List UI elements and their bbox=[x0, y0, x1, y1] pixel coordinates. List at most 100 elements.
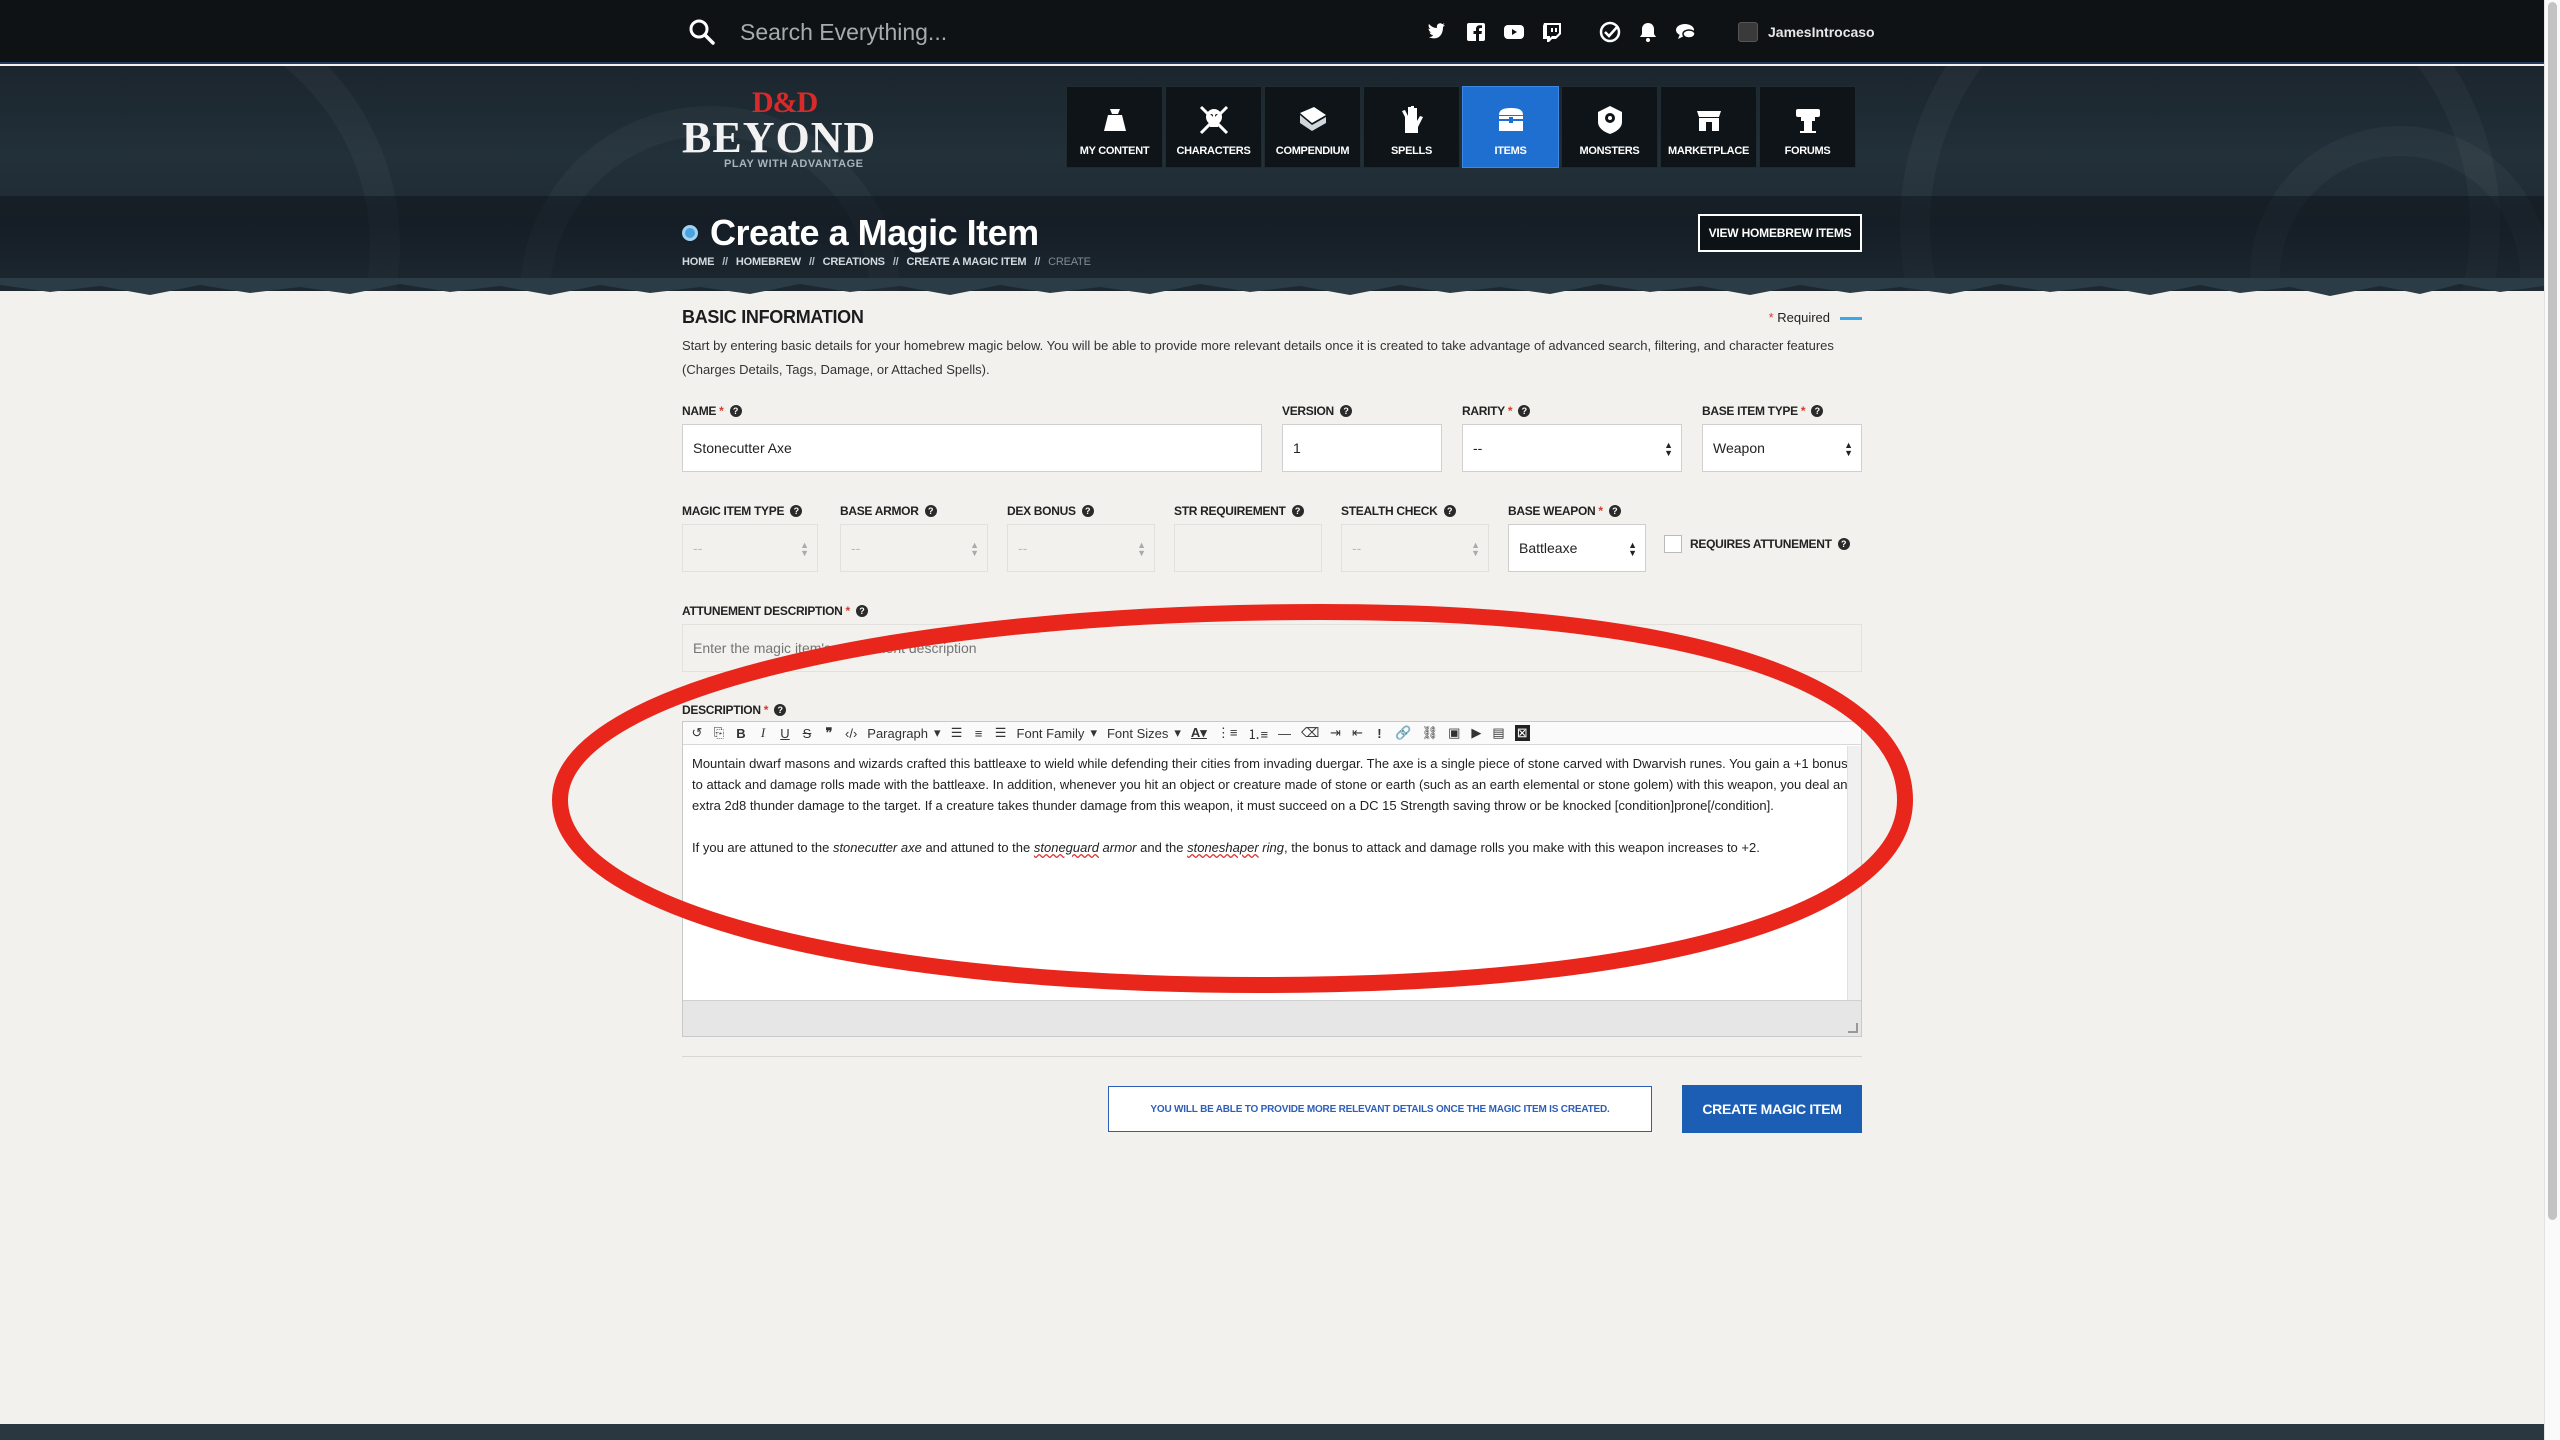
base-armor-select[interactable]: -- ▲ ▼ bbox=[840, 524, 988, 572]
text-color-icon[interactable]: A▾ bbox=[1191, 725, 1207, 741]
indent-icon[interactable]: ⇥ bbox=[1329, 725, 1341, 741]
name-field[interactable]: Stonecutter Axe bbox=[682, 424, 1262, 472]
help-icon: ? bbox=[1291, 505, 1304, 517]
base-item-type-select[interactable]: Weapon ▲ ▼ bbox=[1702, 424, 1862, 472]
underline-icon[interactable]: U bbox=[779, 726, 791, 741]
footer bbox=[0, 1424, 2544, 1440]
youtube-icon[interactable] bbox=[1502, 20, 1526, 44]
required-indicator bbox=[1840, 317, 1862, 320]
unlink-icon[interactable]: ⛓ bbox=[1422, 725, 1439, 741]
blockquote-icon[interactable]: ❞ bbox=[823, 725, 835, 741]
rarity-label: RARITY *? bbox=[1462, 404, 1531, 418]
help-icon: ? bbox=[924, 505, 937, 517]
stealth-check-select[interactable]: -- ▲ ▼ bbox=[1341, 524, 1489, 572]
book-icon bbox=[1299, 107, 1326, 131]
nav-item-my-content[interactable]: MY CONTENT bbox=[1066, 86, 1163, 168]
page-scrollbar[interactable] bbox=[2544, 0, 2560, 1440]
bold-icon[interactable]: B bbox=[735, 726, 747, 741]
base-armor-label: BASE ARMOR? bbox=[840, 504, 937, 518]
chevron-down-icon: ▾ bbox=[1090, 725, 1097, 740]
help-icon: ? bbox=[855, 605, 868, 617]
nav-item-monsters[interactable]: MONSTERS bbox=[1561, 86, 1658, 168]
search-icon[interactable] bbox=[688, 18, 716, 46]
nav-item-items[interactable]: ITEMS bbox=[1462, 86, 1559, 168]
magic-item-type-label: MAGIC ITEM TYPE? bbox=[682, 504, 803, 518]
magic-item-type-select[interactable]: -- ▲ ▼ bbox=[682, 524, 818, 572]
paste-icon[interactable]: ⎘ bbox=[713, 725, 725, 741]
d20-check-icon[interactable] bbox=[1598, 20, 1622, 44]
nav-item-characters[interactable]: CHARACTERS bbox=[1165, 86, 1262, 168]
editor-scrollbar[interactable] bbox=[1847, 746, 1861, 1000]
chest-icon bbox=[1498, 108, 1523, 131]
font-sizes-select[interactable]: Font Sizes ▾ bbox=[1107, 725, 1181, 741]
nav-item-forums[interactable]: FORUMS bbox=[1759, 86, 1856, 168]
bell-icon[interactable] bbox=[1636, 20, 1660, 44]
rarity-select[interactable]: -- ▲ ▼ bbox=[1462, 424, 1682, 472]
clear-format-icon[interactable]: ⌫ bbox=[1301, 725, 1319, 741]
help-icon: ? bbox=[774, 704, 787, 716]
editor-statusbar bbox=[683, 1000, 1861, 1036]
nav-item-spells[interactable]: SPELLS bbox=[1363, 86, 1460, 168]
resize-handle-icon[interactable] bbox=[1848, 1023, 1858, 1033]
requires-attunement-checkbox[interactable] bbox=[1664, 535, 1682, 553]
page-title: Create a Magic Item bbox=[710, 212, 1039, 253]
str-requirement-field[interactable] bbox=[1174, 524, 1322, 572]
view-homebrew-items-button[interactable]: VIEW HOMEBREW ITEMS bbox=[1698, 214, 1862, 252]
paragraph-select[interactable]: Paragraph ▾ bbox=[867, 725, 940, 741]
align-right-icon[interactable]: ☰ bbox=[995, 725, 1007, 741]
skull-crossbones-icon bbox=[1199, 105, 1228, 135]
numbered-list-icon[interactable]: ⒈≡ bbox=[1247, 724, 1268, 743]
help-icon: ? bbox=[1518, 405, 1531, 417]
chat-icon[interactable] bbox=[1674, 20, 1698, 44]
top-bar: JamesIntrocaso bbox=[0, 0, 2544, 64]
breadcrumb-creations[interactable]: CREATIONS bbox=[823, 256, 885, 268]
help-icon: ? bbox=[790, 505, 803, 517]
outdent-icon[interactable]: ⇤ bbox=[1351, 725, 1363, 741]
italic-icon[interactable]: I bbox=[757, 725, 769, 741]
breadcrumb-create-magic-item[interactable]: CREATE A MAGIC ITEM bbox=[907, 256, 1027, 268]
version-field[interactable]: 1 bbox=[1282, 424, 1442, 472]
nav-item-compendium[interactable]: COMPENDIUM bbox=[1264, 86, 1361, 168]
link-icon[interactable]: 🔗 bbox=[1395, 725, 1411, 741]
str-requirement-label: STR REQUIREMENT? bbox=[1174, 504, 1304, 518]
source-code-icon[interactable]: ⊠ bbox=[1514, 725, 1530, 741]
dnd-beyond-logo[interactable]: D&D BEYOND PLAY WITH ADVANTAGE bbox=[682, 86, 892, 170]
align-center-icon[interactable]: ≡ bbox=[973, 726, 985, 741]
chevron-down-icon: ▾ bbox=[1174, 725, 1181, 740]
user-menu[interactable]: JamesIntrocaso bbox=[1738, 18, 1875, 46]
nav-item-marketplace[interactable]: MARKETPLACE bbox=[1660, 86, 1757, 168]
video-icon[interactable]: ▶ bbox=[1470, 725, 1482, 741]
bullet-list-icon[interactable]: ⋮≡ bbox=[1217, 725, 1238, 741]
document-icon[interactable]: ▤ bbox=[1492, 725, 1504, 741]
breadcrumb-homebrew[interactable]: HOMEBREW bbox=[736, 256, 801, 268]
editor-toolbar: ↺ ⎘ B I U S ❞ ‹/› Paragraph ▾ ☰ ≡ ☰ Font … bbox=[683, 722, 1861, 745]
alert-icon[interactable]: ! bbox=[1373, 726, 1385, 741]
create-magic-item-button[interactable]: CREATE MAGIC ITEM bbox=[1682, 1085, 1862, 1133]
font-family-select[interactable]: Font Family ▾ bbox=[1017, 725, 1097, 741]
help-icon: ? bbox=[1837, 538, 1850, 550]
select-arrows-icon: ▲ ▼ bbox=[1664, 440, 1673, 458]
horizontal-rule-icon[interactable]: — bbox=[1278, 726, 1291, 741]
base-weapon-select[interactable]: Battleaxe ▲ ▼ bbox=[1508, 524, 1646, 572]
strikethrough-icon[interactable]: S bbox=[801, 726, 813, 741]
help-icon: ? bbox=[1608, 505, 1621, 517]
image-icon[interactable]: ▣ bbox=[1448, 725, 1460, 741]
undo-icon[interactable]: ↺ bbox=[691, 725, 703, 741]
breadcrumb-home[interactable]: HOME bbox=[682, 256, 714, 268]
facebook-icon[interactable] bbox=[1464, 20, 1488, 44]
twitch-icon[interactable] bbox=[1540, 20, 1564, 44]
dex-bonus-select[interactable]: -- ▲ ▼ bbox=[1007, 524, 1155, 572]
attunement-description-label: ATTUNEMENT DESCRIPTION *? bbox=[682, 604, 868, 618]
twitter-icon[interactable] bbox=[1426, 20, 1450, 44]
search-input[interactable] bbox=[740, 14, 1300, 50]
avatar bbox=[1738, 22, 1758, 42]
help-icon: ? bbox=[1339, 405, 1352, 417]
description-editor[interactable]: ↺ ⎘ B I U S ❞ ‹/› Paragraph ▾ ☰ ≡ ☰ Font … bbox=[682, 721, 1862, 1037]
attunement-description-input[interactable] bbox=[682, 624, 1862, 672]
scrollbar-thumb[interactable] bbox=[2548, 2, 2557, 1220]
editor-content[interactable]: Mountain dwarf masons and wizards crafte… bbox=[683, 745, 1861, 993]
align-left-icon[interactable]: ☰ bbox=[951, 725, 963, 741]
dex-bonus-label: DEX BONUS? bbox=[1007, 504, 1094, 518]
code-icon[interactable]: ‹/› bbox=[845, 726, 857, 741]
description-label: DESCRIPTION *? bbox=[682, 703, 787, 717]
